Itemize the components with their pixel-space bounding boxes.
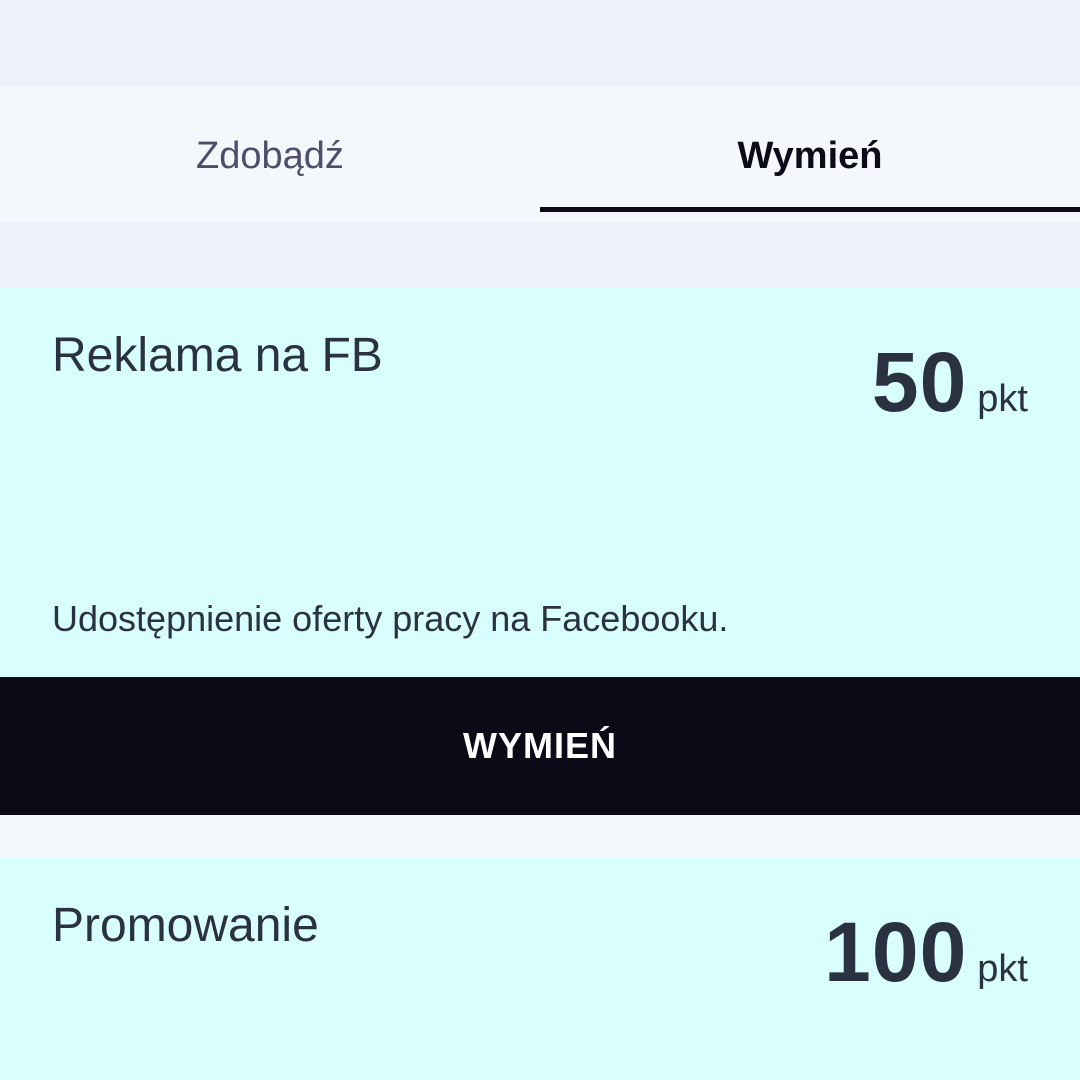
reward-points: 50 pkt [872,334,1028,431]
tab-earn[interactable]: Zdobądź [0,86,540,222]
tab-redeem[interactable]: Wymień [540,86,1080,222]
reward-title: Promowanie [52,899,319,952]
reward-points: 100 pkt [824,904,1028,1001]
tab-earn-label: Zdobądź [196,134,344,177]
card-spacer [0,815,1080,858]
section-spacer [0,222,1080,288]
points-value: 50 [871,335,968,429]
reward-card-promotion: Promowanie 100 pkt [0,858,1080,1080]
reward-card-fb-ad: Reklama na FB 50 pkt Udostępnienie oferty… [0,288,1080,677]
reward-description: Udostępnienie oferty pracy na Facebooku. [52,598,729,639]
points-unit: pkt [977,948,1028,990]
top-spacer [0,0,1080,86]
tab-bar: Zdobądź Wymień [0,86,1080,222]
redeem-button[interactable]: WYMIEŃ [0,677,1080,815]
tab-redeem-label: Wymień [737,134,883,177]
points-value: 100 [824,905,968,999]
reward-title: Reklama na FB [52,329,383,382]
active-tab-indicator [540,207,1080,212]
points-unit: pkt [977,378,1028,420]
